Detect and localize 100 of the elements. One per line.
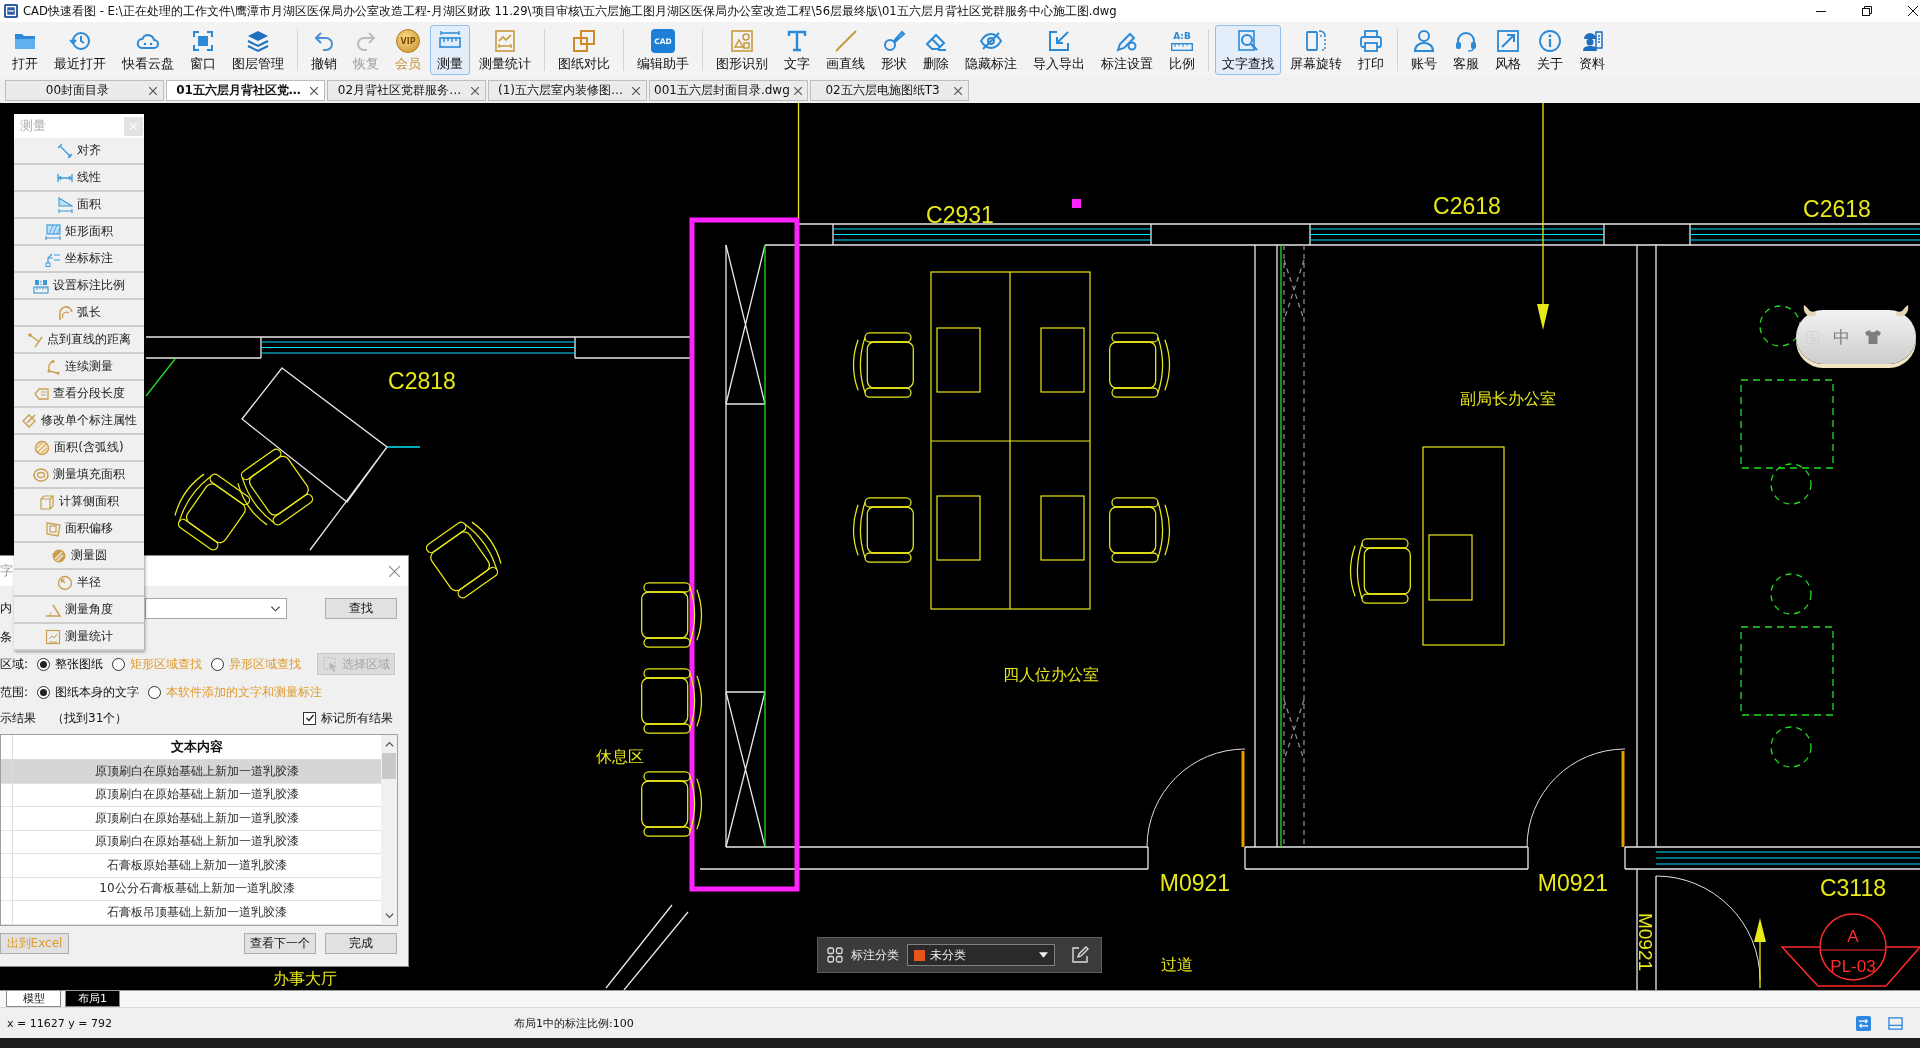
toolbar-button[interactable]: 图纸对比 [551,25,617,75]
measure-tool-item[interactable]: 测量角度 [14,597,144,624]
rotate-screen-icon [1304,29,1328,53]
document-tab[interactable]: 02五六层电施图纸T3 [810,80,969,101]
measure-tool-item[interactable]: 点到直线的距离 [14,327,144,354]
edit-icon[interactable] [1071,946,1089,964]
radio-option[interactable]: 整张图纸 [37,655,103,673]
room-label: 过道 [1161,955,1193,974]
result-row[interactable]: 原顶刷白在原始基础上新加一道乳胶漆 [1,760,381,784]
toolbar-button[interactable]: 删除 [916,25,956,75]
measure-tool-item[interactable]: 修改单个标注属性 [14,408,144,435]
toolbar-button[interactable]: 快看云盘 [115,25,181,75]
layout-tab[interactable]: 布局1 [65,991,120,1007]
measure-tool-item[interactable]: 线性 [14,165,144,192]
export-icon [1047,29,1071,53]
room-label: 副局长办公室 [1460,389,1556,408]
shirt-icon[interactable] [1864,329,1882,345]
radius-icon [57,574,73,591]
measure-tool-item[interactable]: 面积(含弧线) [14,435,144,462]
result-row[interactable]: 石膏板吊顶基础上新加一道乳胶漆 [1,901,381,925]
toolbar-button[interactable]: 打开 [5,25,45,75]
caret-icon [271,605,280,612]
toolbar-label: 标注分类 [851,946,899,964]
brush-circle-icon [882,29,906,53]
document-tab[interactable]: 001五六层封面目录.dwg [649,80,808,101]
chair-icon [852,332,914,398]
measure-tool-item[interactable]: 矩形面积 [14,219,144,246]
toolbar-button[interactable]: 客服 [1446,25,1486,75]
toolbar-button[interactable]: 风格 [1488,25,1528,75]
layout-tab[interactable]: 模型 [6,991,61,1007]
toolbar-button[interactable]: 隐藏标注 [958,25,1024,75]
close-icon[interactable] [310,86,318,95]
cube-icon [39,493,55,510]
chair-icon [174,471,252,553]
scale-ruler-icon [33,277,49,294]
scroll-down-icon[interactable] [384,913,394,919]
measure-tool-item[interactable]: 设置标注比例 [14,273,144,300]
toolbar-button[interactable]: 导入导出 [1026,25,1092,75]
window-label: C2618 [1433,193,1501,219]
history-icon [68,29,92,53]
toolbar-button[interactable]: 标注设置 [1094,25,1160,75]
done-button[interactable]: 完成 [325,933,397,954]
guide-line [145,358,176,397]
measure-tool-item[interactable]: 面积偏移 [14,516,144,543]
measure-tool-item[interactable]: 坐标标注 [14,246,144,273]
grid-icon[interactable] [827,947,843,963]
category-dropdown[interactable]: 未分类 [907,944,1055,966]
measure-tool-item[interactable]: 半径 [14,570,144,597]
measure-tool-item[interactable]: 查看分段长度 [14,381,144,408]
scroll-up-icon[interactable] [384,741,394,747]
measure-tool-item[interactable]: 测量统计 [14,624,144,651]
document-tab[interactable]: 02月背社区党群服务… [327,80,486,101]
toolbar-button[interactable]: 撤销 [304,25,344,75]
measure-tool-item[interactable]: 测量圆 [14,543,144,570]
scrollbar-thumb[interactable] [382,753,396,779]
toolbar-button[interactable]: 文字查找 [1215,25,1281,75]
toolbar-button[interactable]: 形状 [874,25,914,75]
search-document-icon [1236,29,1260,53]
scrollbar[interactable] [381,735,397,925]
caret-icon [1039,952,1048,958]
search-button[interactable]: 查找 [325,598,397,619]
measure-tool-item[interactable]: 计算侧面积 [14,489,144,516]
window-icon[interactable] [1888,1015,1903,1031]
checkbox-option[interactable]: 标记所有结果 [303,709,393,727]
measure-tool-item[interactable]: 测量填充面积 [14,462,144,489]
next-result-button[interactable]: 查看下一个 [244,933,316,954]
document-tab[interactable]: 01五六层月背社区党… [166,80,325,101]
toolbar-button[interactable]: 屏幕旋转 [1283,25,1349,75]
toolbar-button[interactable]: 最近打开 [47,25,113,75]
overlapping-squares-icon [572,29,596,53]
toolbar-button[interactable]: A:B 比例 [1162,25,1202,75]
result-row[interactable]: 原顶刷白在原始基础上新加一道乳胶漆 [1,830,381,854]
measure-tool-item[interactable]: 对齐 [14,138,144,165]
restore-icon[interactable] [1862,6,1872,16]
swap-arrows-icon[interactable] [1856,1015,1871,1031]
measure-tool-item[interactable]: 弧长 [14,300,144,327]
document-tab[interactable]: (1)五六层室内装修图… [488,80,647,101]
result-row[interactable]: 石膏板原始基础上新加一道乳胶漆 [1,854,381,878]
radio-option[interactable]: 图纸本身的文字 [37,683,139,701]
measure-tool-item[interactable]: 连续测量 [14,354,144,381]
toolbar-button[interactable]: 窗口 [183,25,223,75]
toolbar-button[interactable]: 文字 [777,25,817,75]
result-row[interactable]: 原顶刷白在原始基础上新加一道乳胶漆 [1,783,381,807]
toolbar-button[interactable]: 关于 [1530,25,1570,75]
toolbar-button[interactable]: 图层管理 [225,25,291,75]
measure-tool-item[interactable]: 面积 [14,192,144,219]
document-tab[interactable]: 00封面目录 [5,80,164,101]
result-row[interactable]: 原顶刷白在原始基础上新加一道乳胶漆 [1,807,381,831]
toolbar-button[interactable]: 账号 [1404,25,1444,75]
toolbar-button[interactable]: 打印 [1351,25,1391,75]
toolbar-button[interactable]: 图形识别 [709,25,775,75]
toolbar-button[interactable]: 资料 [1572,25,1612,75]
toolbar-button[interactable]: 测量 [430,25,470,75]
toolbar-button[interactable]: VIP 会员 [388,25,428,75]
toolbar-button[interactable]: 测量统计 [472,25,538,75]
chair-icon [1109,332,1171,398]
hatched-circle-icon [34,439,51,456]
result-row[interactable]: 10公分石膏板基础上新加一道乳胶漆 [1,877,381,901]
close-icon[interactable] [1908,6,1918,16]
toolbar-button[interactable]: 画直线 [819,25,872,75]
